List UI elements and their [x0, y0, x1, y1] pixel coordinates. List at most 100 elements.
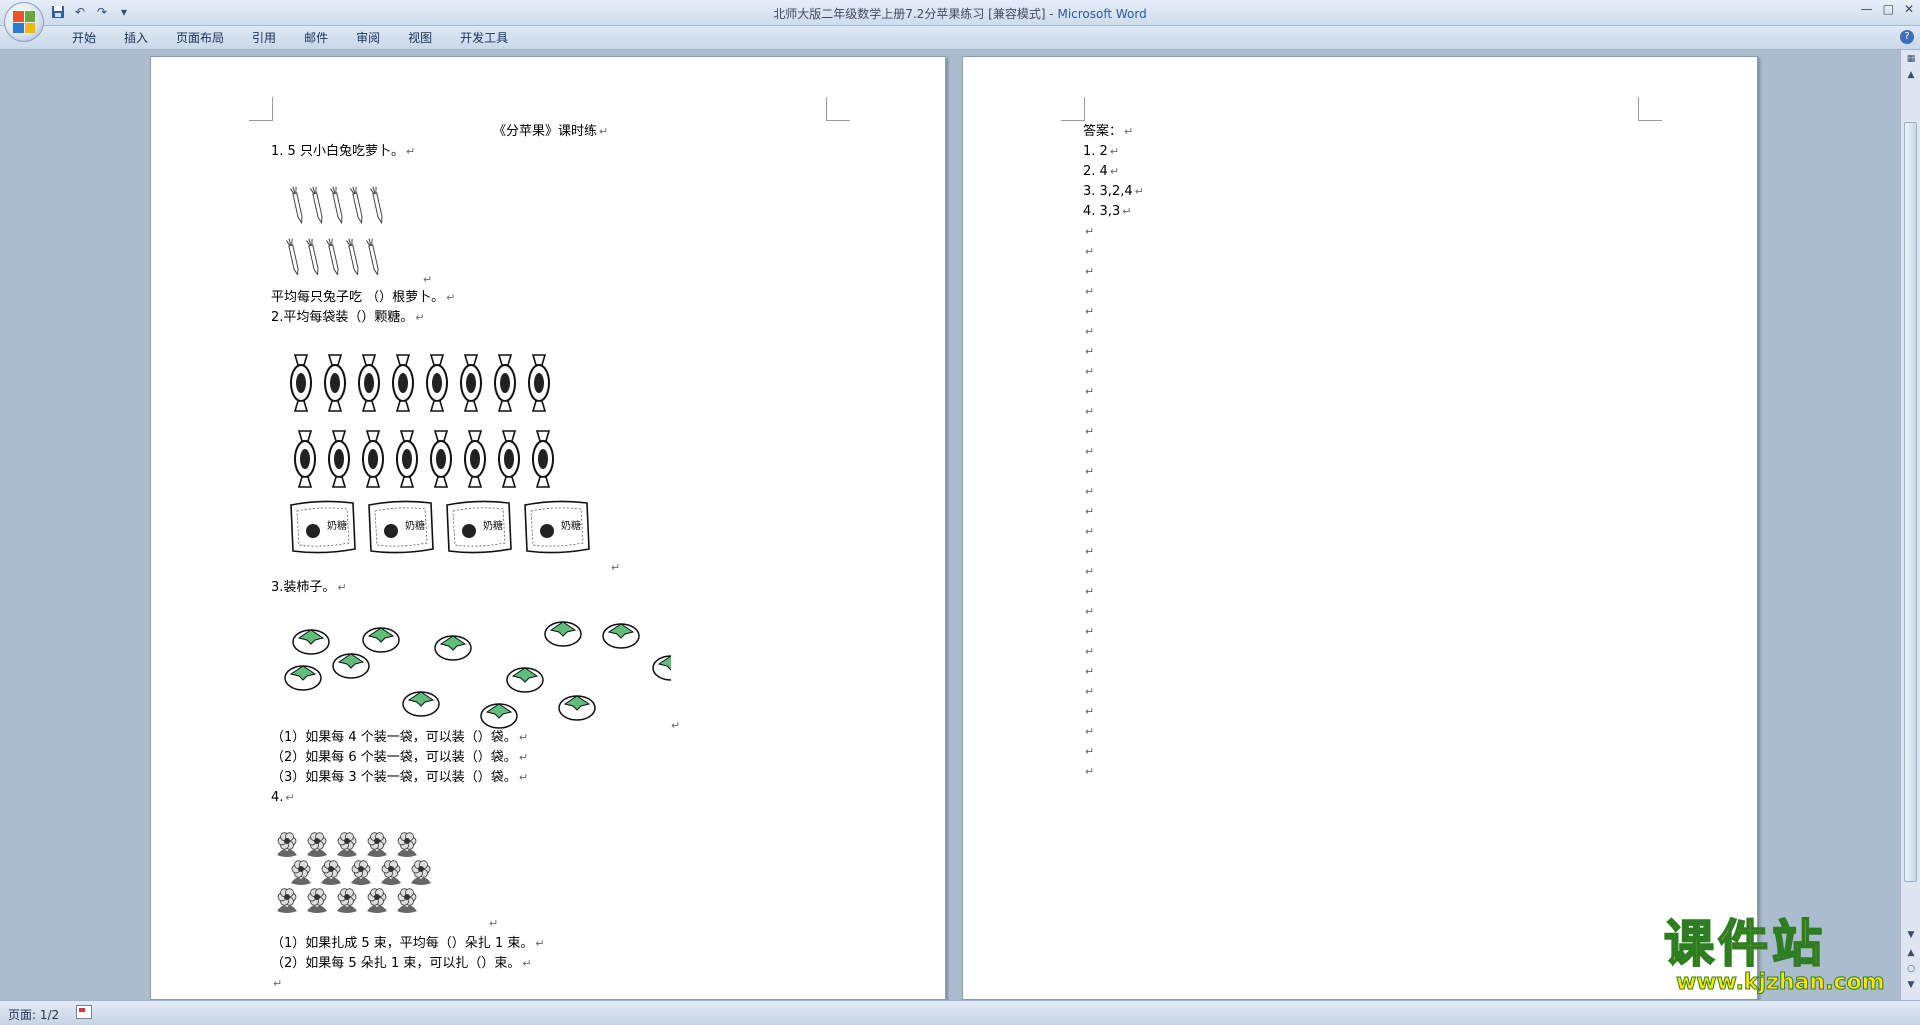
maximize-button[interactable]: □ — [1883, 2, 1894, 16]
previous-page-icon[interactable]: ▲ — [1905, 948, 1917, 960]
tab-review[interactable]: 审阅 — [342, 30, 394, 46]
vertical-scrollbar[interactable]: ▦ ▲ ▼ ▲ ○ ▼ — [1900, 50, 1920, 1000]
next-page-icon[interactable]: ▼ — [1905, 980, 1917, 992]
candy-icon — [362, 430, 384, 488]
empty-paragraph-mark: ↵ — [1085, 445, 1095, 458]
watermark-url: www.kjzhan.com — [1676, 970, 1886, 996]
answer-2: 2. 4 ↵ — [1083, 164, 1120, 179]
persimmon-icon — [434, 635, 472, 661]
tab-view[interactable]: 视图 — [394, 30, 446, 46]
paragraph-mark: ↵ — [611, 561, 621, 574]
carrot-icon — [369, 186, 383, 225]
worksheet-title: 《分苹果》课时练 ↵ — [493, 124, 609, 139]
flowers-illustration — [277, 832, 431, 913]
question-4-part-1: （1）如果扎成 5 束，平均每（）朵扎 1 束。 ↵ — [271, 936, 545, 951]
tab-home[interactable]: 开始 — [58, 30, 110, 46]
candy-bag-label: 奶糖 — [561, 519, 581, 532]
persimmon-icon — [284, 665, 322, 691]
question-3-part-2: （2）如果每 6 个装一袋，可以装（）袋。 ↵ — [271, 750, 529, 765]
candies-group — [290, 354, 554, 488]
document-page-2[interactable]: 答案： ↵ 1. 2 ↵ 2. 4 ↵ 3. 3,2,4 ↵ 4. 3,3 ↵ ↵ ↵ ↵ ↵ ↵… — [962, 56, 1758, 1000]
paragraph-mark: ↵ — [273, 977, 283, 990]
persimmon-icon — [652, 655, 671, 681]
empty-paragraph-mark: ↵ — [1085, 285, 1095, 298]
candy-icon — [324, 354, 346, 412]
empty-paragraph-mark: ↵ — [1085, 465, 1095, 478]
margin-corner-marker — [826, 97, 850, 121]
carrot-icon — [305, 238, 319, 275]
candy-bag-label: 奶糖 — [483, 519, 503, 532]
candy-icon — [294, 430, 316, 488]
carrots-group — [285, 186, 383, 275]
empty-paragraph-mark: ↵ — [1085, 425, 1095, 438]
candy-icon — [528, 354, 550, 412]
document-page-1[interactable]: 《分苹果》课时练 ↵ 1. 5 只小白兔吃萝卜。 ↵ ↵ 平均每只兔子吃 （）根萝卜… — [150, 56, 946, 1000]
carrots-illustration — [285, 186, 383, 275]
margin-corner-marker — [249, 97, 273, 121]
candy-bag-label: 奶糖 — [405, 519, 425, 532]
question-2: 2.平均每袋装（）颗糖。 ↵ — [271, 310, 425, 325]
flower-icon — [307, 832, 327, 857]
carrot-icon — [345, 238, 359, 275]
carrot-icon — [289, 186, 303, 225]
flower-icon — [397, 832, 417, 857]
flower-icon — [381, 860, 401, 885]
question-1: 1. 5 只小白兔吃萝卜。 ↵ — [271, 144, 416, 159]
carrot-icon — [285, 238, 299, 275]
candy-bag-icon: 奶糖 — [524, 500, 590, 554]
scrollbar-thumb[interactable] — [1904, 122, 1917, 882]
empty-paragraph-mark: ↵ — [1085, 545, 1095, 558]
candy-icon — [328, 430, 350, 488]
ruler-toggle-icon[interactable]: ▦ — [1905, 54, 1917, 66]
question-3-part-1: （1）如果每 4 个装一袋，可以装（）袋。 ↵ — [271, 730, 529, 745]
persimmon-icon — [292, 629, 330, 655]
scroll-down-icon[interactable]: ▼ — [1905, 930, 1917, 942]
flower-icon — [291, 860, 311, 885]
close-button[interactable]: ✕ — [1904, 2, 1914, 16]
flower-icon — [337, 888, 357, 913]
empty-paragraph-mark: ↵ — [1085, 385, 1095, 398]
tab-references[interactable]: 引用 — [238, 30, 290, 46]
tab-mailings[interactable]: 邮件 — [290, 30, 342, 46]
watermark-title: 课件站 — [1663, 915, 1826, 973]
paragraph-mark: ↵ — [489, 917, 499, 930]
tab-developer[interactable]: 开发工具 — [446, 30, 522, 46]
empty-paragraph-mark: ↵ — [1085, 485, 1095, 498]
tab-page-layout[interactable]: 页面布局 — [162, 30, 238, 46]
question-1-prompt: 平均每只兔子吃 （）根萝卜。 ↵ — [271, 290, 456, 305]
candy-icon — [392, 354, 414, 412]
carrot-icon — [349, 186, 363, 225]
browse-object-icon[interactable]: ○ — [1905, 964, 1917, 976]
candy-icon — [460, 354, 482, 412]
flower-icon — [367, 832, 387, 857]
candy-icon — [290, 354, 312, 412]
minimize-button[interactable]: — — [1861, 2, 1873, 16]
window-controls: — □ ✕ — [1861, 2, 1914, 16]
tab-insert[interactable]: 插入 — [110, 30, 162, 46]
office-logo-icon — [13, 11, 35, 33]
scroll-up-icon[interactable]: ▲ — [1905, 70, 1917, 82]
answers-heading: 答案： ↵ — [1083, 124, 1134, 139]
answer-3: 3. 3,2,4 ↵ — [1083, 184, 1144, 199]
candy-icon — [396, 430, 418, 488]
window-title: 北师大版二年级数学上册7.2分苹果练习 [兼容模式] - Microsoft W… — [0, 5, 1920, 22]
empty-paragraph-mark: ↵ — [1085, 565, 1095, 578]
persimmon-icon — [506, 667, 544, 693]
flower-icon — [337, 832, 357, 857]
carrot-icon — [329, 186, 343, 225]
office-button[interactable] — [4, 2, 44, 42]
empty-paragraph-mark: ↵ — [1085, 225, 1095, 238]
page-indicator[interactable]: 页面: 1/2 — [8, 1006, 59, 1023]
document-workspace[interactable]: 《分苹果》课时练 ↵ 1. 5 只小白兔吃萝卜。 ↵ ↵ 平均每只兔子吃 （）根萝卜… — [0, 50, 1900, 1000]
empty-paragraph-mark: ↵ — [1085, 745, 1095, 758]
candy-icon — [494, 354, 516, 412]
flower-icon — [351, 860, 371, 885]
watermark-logo: 课件站 www.kjzhan.com — [1663, 915, 1904, 998]
document-title: 北师大版二年级数学上册7.2分苹果练习 [兼容模式] - — [773, 7, 1058, 21]
flower-icon — [397, 888, 417, 913]
empty-paragraph-mark: ↵ — [1085, 645, 1095, 658]
help-icon[interactable]: ? — [1900, 30, 1914, 44]
candy-icon — [430, 430, 452, 488]
proofing-status-icon[interactable] — [76, 1005, 92, 1019]
title-bar: ↶ ↷ ▾ 北师大版二年级数学上册7.2分苹果练习 [兼容模式] - Micro… — [0, 0, 1920, 42]
